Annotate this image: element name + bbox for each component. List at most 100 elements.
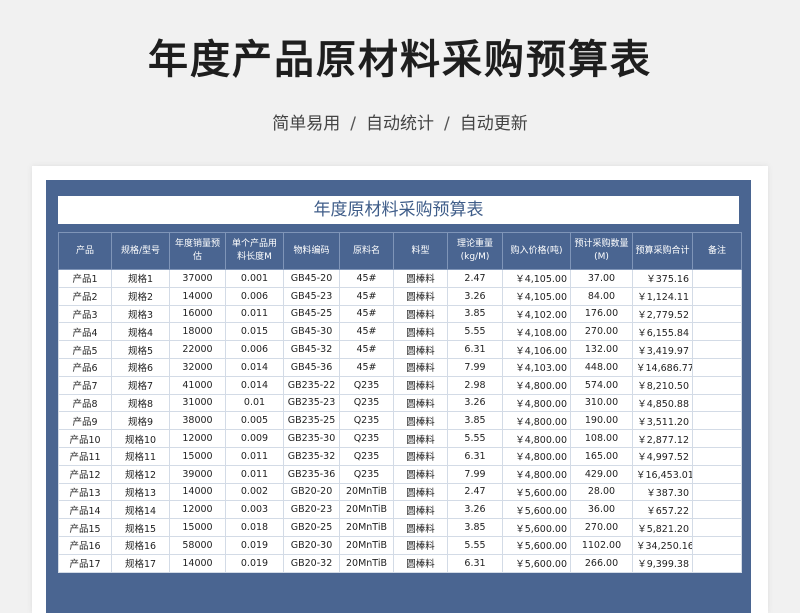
table-cell[interactable]: ￥4,850.88: [632, 393, 693, 413]
table-cell[interactable]: 270.00: [570, 518, 633, 537]
table-cell[interactable]: 圆棒料: [393, 535, 448, 555]
table-cell[interactable]: 规格10: [111, 429, 170, 448]
table-cell[interactable]: 规格12: [111, 464, 170, 484]
table-cell[interactable]: GB235-25: [283, 411, 340, 431]
table-cell[interactable]: 6.31: [447, 446, 503, 466]
table-cell[interactable]: GB45-25: [283, 304, 340, 324]
table-cell[interactable]: 20MnTiB: [339, 500, 394, 520]
table-cell[interactable]: Q235: [339, 393, 394, 413]
table-cell[interactable]: 0.001: [225, 269, 284, 288]
table-cell[interactable]: ￥4,800.00: [502, 429, 571, 448]
table-cell[interactable]: ￥4,102.00: [502, 304, 571, 324]
table-cell[interactable]: 产品7: [58, 375, 112, 395]
table-cell[interactable]: [692, 429, 742, 448]
table-cell[interactable]: 448.00: [570, 357, 633, 377]
table-cell[interactable]: 0.019: [225, 535, 284, 555]
table-cell[interactable]: [692, 464, 742, 484]
table-cell[interactable]: 圆棒料: [393, 286, 448, 306]
table-cell[interactable]: 规格4: [111, 322, 170, 342]
table-cell[interactable]: ￥3,511.20: [632, 411, 693, 431]
table-cell[interactable]: [692, 446, 742, 466]
table-cell[interactable]: 3.26: [447, 286, 503, 306]
table-cell[interactable]: 0.006: [225, 340, 284, 359]
table-cell[interactable]: 270.00: [570, 322, 633, 342]
table-cell[interactable]: 产品8: [58, 393, 112, 413]
table-cell[interactable]: ￥657.22: [632, 500, 693, 520]
table-cell[interactable]: 39000: [169, 464, 226, 484]
table-cell[interactable]: ￥5,600.00: [502, 500, 571, 520]
table-cell[interactable]: 22000: [169, 340, 226, 359]
table-cell[interactable]: [692, 304, 742, 324]
table-cell[interactable]: GB235-22: [283, 375, 340, 395]
table-cell[interactable]: [692, 375, 742, 395]
table-cell[interactable]: [692, 286, 742, 306]
table-cell[interactable]: [692, 518, 742, 537]
table-cell[interactable]: 45#: [339, 304, 394, 324]
table-cell[interactable]: ￥5,821.20: [632, 518, 693, 537]
table-cell[interactable]: Q235: [339, 464, 394, 484]
table-cell[interactable]: 58000: [169, 535, 226, 555]
table-cell[interactable]: 6.31: [447, 553, 503, 573]
table-cell[interactable]: 规格9: [111, 411, 170, 431]
table-cell[interactable]: 2.47: [447, 482, 503, 502]
table-cell[interactable]: 5.55: [447, 429, 503, 448]
table-cell[interactable]: GB45-32: [283, 340, 340, 359]
table-cell[interactable]: ￥6,155.84: [632, 322, 693, 342]
table-cell[interactable]: 0.009: [225, 429, 284, 448]
table-cell[interactable]: 产品4: [58, 322, 112, 342]
table-cell[interactable]: 18000: [169, 322, 226, 342]
table-cell[interactable]: 规格16: [111, 535, 170, 555]
table-cell[interactable]: GB45-20: [283, 269, 340, 288]
table-cell[interactable]: 45#: [339, 322, 394, 342]
table-cell[interactable]: [692, 482, 742, 502]
table-cell[interactable]: 37000: [169, 269, 226, 288]
table-cell[interactable]: [692, 357, 742, 377]
table-cell[interactable]: GB20-23: [283, 500, 340, 520]
table-cell[interactable]: GB20-32: [283, 553, 340, 573]
table-cell[interactable]: 14000: [169, 553, 226, 573]
table-cell[interactable]: ￥4,800.00: [502, 375, 571, 395]
table-cell[interactable]: 31000: [169, 393, 226, 413]
table-cell[interactable]: 圆棒料: [393, 518, 448, 537]
table-cell[interactable]: ￥4,105.00: [502, 286, 571, 306]
table-cell[interactable]: 规格14: [111, 500, 170, 520]
table-cell[interactable]: 产品5: [58, 340, 112, 359]
table-cell[interactable]: ￥4,103.00: [502, 357, 571, 377]
table-cell[interactable]: 规格6: [111, 357, 170, 377]
table-cell[interactable]: 圆棒料: [393, 482, 448, 502]
table-cell[interactable]: ￥2,877.12: [632, 429, 693, 448]
table-cell[interactable]: 规格11: [111, 446, 170, 466]
table-cell[interactable]: 圆棒料: [393, 375, 448, 395]
table-cell[interactable]: [692, 500, 742, 520]
table-cell[interactable]: 190.00: [570, 411, 633, 431]
table-cell[interactable]: 3.85: [447, 411, 503, 431]
table-cell[interactable]: 产品9: [58, 411, 112, 431]
table-cell[interactable]: 0.01: [225, 393, 284, 413]
table-cell[interactable]: 7.99: [447, 357, 503, 377]
table-cell[interactable]: GB235-23: [283, 393, 340, 413]
table-cell[interactable]: 310.00: [570, 393, 633, 413]
table-cell[interactable]: 12000: [169, 500, 226, 520]
table-cell[interactable]: GB235-36: [283, 464, 340, 484]
table-cell[interactable]: 圆棒料: [393, 304, 448, 324]
table-cell[interactable]: 41000: [169, 375, 226, 395]
table-cell[interactable]: 规格8: [111, 393, 170, 413]
table-cell[interactable]: [692, 411, 742, 431]
table-cell[interactable]: 0.014: [225, 375, 284, 395]
table-cell[interactable]: 0.015: [225, 322, 284, 342]
table-cell[interactable]: 15000: [169, 518, 226, 537]
table-cell[interactable]: 37.00: [570, 269, 633, 288]
table-cell[interactable]: 产品14: [58, 500, 112, 520]
table-cell[interactable]: 圆棒料: [393, 357, 448, 377]
table-cell[interactable]: [692, 269, 742, 288]
table-cell[interactable]: 6.31: [447, 340, 503, 359]
table-cell[interactable]: 产品17: [58, 553, 112, 573]
table-cell[interactable]: 规格2: [111, 286, 170, 306]
table-cell[interactable]: [692, 535, 742, 555]
table-cell[interactable]: 14000: [169, 286, 226, 306]
table-cell[interactable]: 45#: [339, 340, 394, 359]
table-cell[interactable]: ￥4,997.52: [632, 446, 693, 466]
table-cell[interactable]: ￥387.30: [632, 482, 693, 502]
table-cell[interactable]: ￥4,800.00: [502, 464, 571, 484]
table-cell[interactable]: ￥4,105.00: [502, 269, 571, 288]
